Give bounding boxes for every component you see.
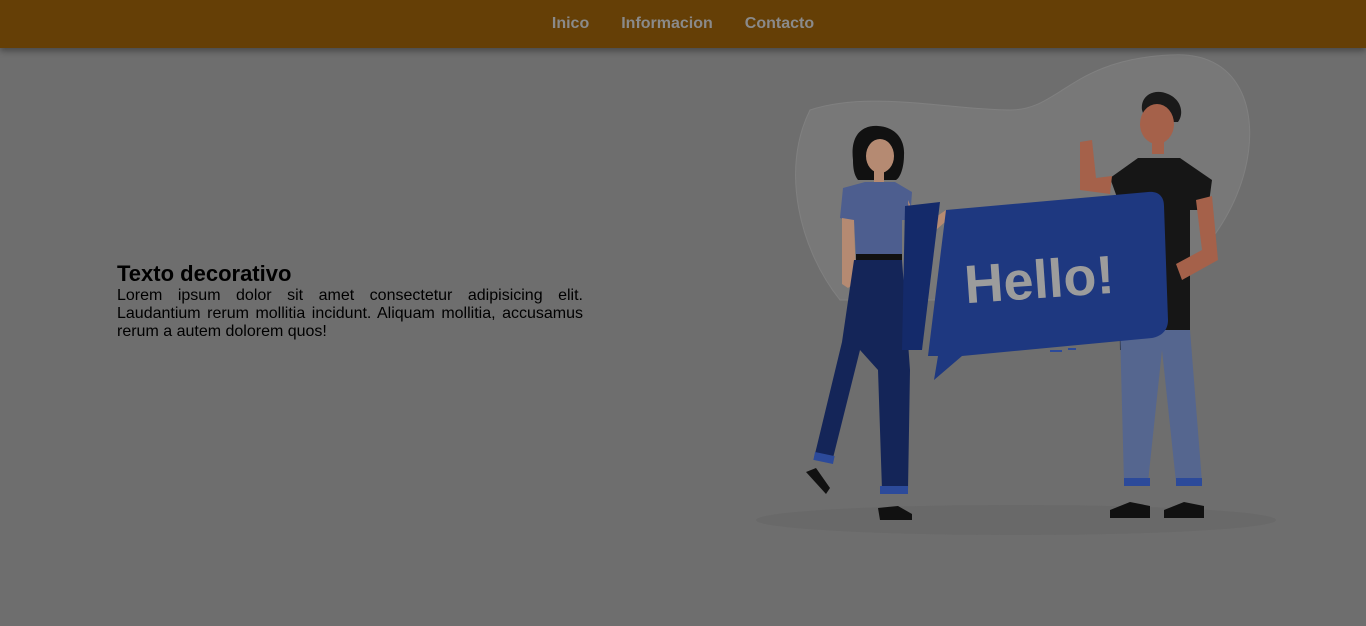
nav-link-contacto[interactable]: Contacto [745, 15, 814, 33]
bubble-text: Hello! [962, 245, 1116, 315]
navbar: Inico Informacion Contacto [0, 0, 1366, 48]
nav-link-informacion[interactable]: Informacion [621, 15, 713, 33]
hero-body: Lorem ipsum dolor sit amet consectetur a… [117, 287, 583, 340]
hero-title: Texto decorativo [117, 261, 292, 286]
hero-text: Texto decorativo Lorem ipsum dolor sit a… [117, 261, 583, 341]
hello-illustration: Hello! [756, 54, 1276, 535]
nav-link-inicio[interactable]: Inico [552, 15, 589, 33]
